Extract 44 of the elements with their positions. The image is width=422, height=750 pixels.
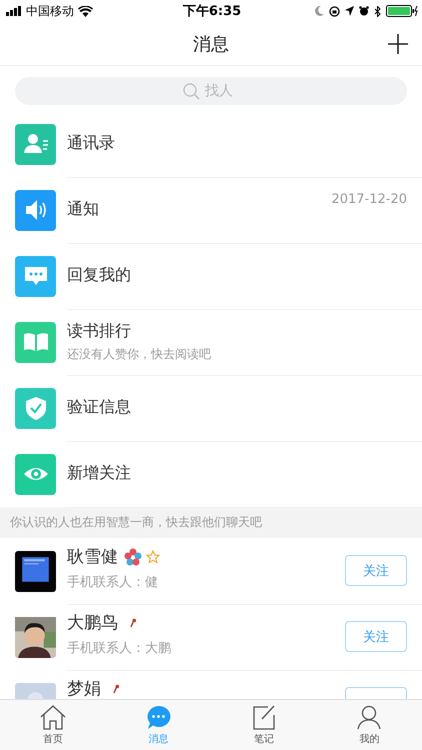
star-icon (146, 550, 160, 564)
menu-item[interactable]: 通讯录 (0, 111, 422, 177)
chat-bubble-icon (146, 704, 171, 730)
search-field[interactable]: 找人 (205, 83, 239, 99)
menu-label: 新增关注 (67, 463, 131, 484)
edit-icon (252, 704, 276, 730)
rotation-lock-icon (329, 6, 340, 16)
contact-name: 梦娟 (67, 680, 101, 699)
menu-item[interactable]: 验证信息 (0, 375, 422, 441)
menu-label: 验证信息 (67, 397, 131, 418)
pin-icon (130, 618, 136, 628)
menu-item[interactable]: 通知 2017-12-20 (0, 177, 422, 243)
tab-item[interactable]: 笔记 (211, 700, 316, 750)
add-icon[interactable] (388, 34, 408, 54)
alarm-icon (359, 6, 369, 16)
tab-item[interactable]: 我的 (316, 700, 422, 750)
suggestion-banner: 你认识的人也在用智慧一商，快去跟他们聊天吧 (0, 507, 422, 538)
menu-item[interactable]: 回复我的 (0, 243, 422, 309)
menu-subtitle: 还没有人赞你，快去阅读吧 (67, 346, 211, 362)
menu-label: 通讯录 (67, 133, 115, 154)
contact-source: 手机联系人：大鹏 (67, 640, 171, 658)
location-icon (345, 6, 354, 16)
battery-icon (386, 5, 418, 17)
home-icon (40, 704, 66, 730)
menu-item[interactable]: 读书排行 还没有人赞你，快去阅读吧 (0, 309, 422, 375)
contact-name: 大鹏鸟 (67, 614, 118, 634)
moon-icon (315, 6, 324, 16)
status-time: 下午6:35 (182, 3, 242, 20)
menu-label: 回复我的 (67, 265, 131, 286)
signal-icon (6, 6, 22, 16)
menu-label: 通知 (67, 199, 99, 220)
flower-icon (124, 548, 142, 566)
wifi-icon (78, 6, 93, 16)
date-label: 2017-12-20 (331, 192, 407, 206)
pin-icon (113, 684, 119, 694)
menu-label: 读书排行 (67, 320, 132, 342)
person-icon (357, 704, 382, 730)
contact-source: 手机联系人：健 (67, 574, 159, 592)
contact-name: 耿雪健 (67, 548, 118, 568)
carrier-name: 中国移动 (26, 2, 74, 20)
tab-item[interactable]: 首页 (0, 700, 106, 750)
bluetooth-icon (374, 6, 381, 16)
page-title: 消息 (193, 32, 229, 56)
search-icon (183, 82, 200, 100)
